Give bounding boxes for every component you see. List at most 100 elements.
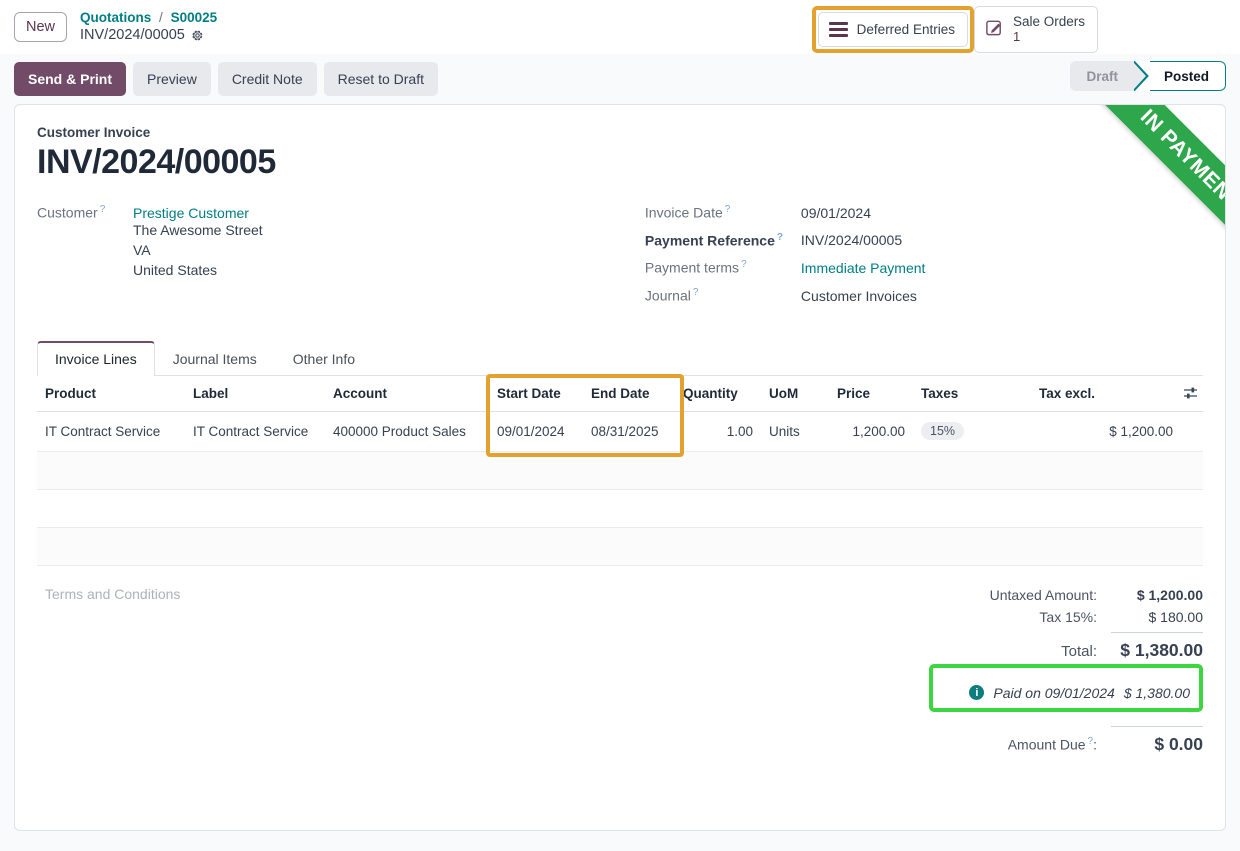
table-header-row: Product Label Account Start Date End Dat… xyxy=(37,375,1203,412)
table-empty-row[interactable] xyxy=(37,451,1203,490)
field-payment-terms-label: Payment terms? xyxy=(644,259,747,277)
stat-buttons: Deferred Entries Sale Orders 1 xyxy=(811,6,1098,53)
field-payment-terms-value[interactable]: Immediate Payment xyxy=(801,260,926,276)
credit-note-button[interactable]: Credit Note xyxy=(217,61,317,97)
customer-link[interactable]: Prestige Customer xyxy=(133,205,263,221)
breadcrumb-current-row: INV/2024/00005 xyxy=(80,26,217,45)
gear-icon[interactable] xyxy=(191,29,204,42)
field-invoice-date-label: Invoice Date? xyxy=(644,204,731,221)
help-icon[interactable]: ? xyxy=(725,204,731,215)
help-icon[interactable]: ? xyxy=(777,232,783,243)
column-header-start-date[interactable]: Start Date xyxy=(489,375,583,412)
table-row[interactable]: IT Contract Service IT Contract Service … xyxy=(37,411,1203,452)
column-header-product[interactable]: Product xyxy=(37,375,185,412)
record-sheet: IN PAYMENT Customer Invoice INV/2024/000… xyxy=(14,104,1226,831)
table-empty-row[interactable] xyxy=(37,489,1203,528)
tab-other-info[interactable]: Other Info xyxy=(275,341,373,376)
header-fields: Customer? Prestige Customer The Awesome … xyxy=(37,204,1203,315)
info-icon: i xyxy=(969,685,985,701)
preview-button[interactable]: Preview xyxy=(133,61,211,97)
edit-square-icon xyxy=(985,18,1004,42)
help-icon[interactable]: ? xyxy=(693,287,699,298)
new-button[interactable]: New xyxy=(14,11,68,43)
total-value: $ 1,380.00 xyxy=(1120,639,1203,660)
help-icon[interactable]: ? xyxy=(741,259,747,270)
amount-due-label: Amount Due?: xyxy=(1007,736,1097,753)
tab-journal-items[interactable]: Journal Items xyxy=(155,341,275,376)
header-fields-right: Invoice Date? 09/01/2024 Payment Referen… xyxy=(645,204,1203,315)
tax-badge: 15% xyxy=(921,422,965,441)
cell-start-date[interactable]: 09/01/2024 xyxy=(489,411,583,452)
total-untaxed-label: Untaxed Amount: xyxy=(989,586,1097,603)
status-posted[interactable]: Posted xyxy=(1149,61,1226,91)
field-journal-value[interactable]: Customer Invoices xyxy=(801,288,917,304)
total-untaxed-amount: Untaxed Amount: $ 1,200.00 xyxy=(929,584,1203,606)
table-empty-row[interactable] xyxy=(37,527,1203,566)
stat-button-sale-orders[interactable]: Sale Orders 1 xyxy=(973,6,1098,53)
amount-due-row: Amount Due?: $ 0.00 xyxy=(929,731,1203,758)
payment-row[interactable]: i Paid on 09/01/2024 $ 1,380.00 xyxy=(933,678,1199,708)
amount-due-divider xyxy=(1111,725,1203,727)
help-icon[interactable]: ? xyxy=(100,204,106,215)
send-and-print-button[interactable]: Send & Print xyxy=(14,61,127,97)
breadcrumb-quotations-link[interactable]: Quotations xyxy=(80,10,151,25)
field-customer-label: Customer? xyxy=(37,204,106,221)
field-payment-reference: Payment Reference? INV/2024/00005 xyxy=(645,232,1203,249)
customer-address-line: The Awesome Street xyxy=(133,221,263,238)
action-bar: Send & Print Preview Credit Note Reset t… xyxy=(14,54,1226,104)
field-customer-value: Prestige Customer The Awesome Street VA … xyxy=(133,205,263,281)
status-bar: Draft Posted xyxy=(1070,61,1226,91)
cell-quantity[interactable]: 1.00 xyxy=(675,411,761,452)
column-header-quantity[interactable]: Quantity xyxy=(675,375,761,412)
column-header-taxes[interactable]: Taxes xyxy=(913,375,1031,412)
payment-text[interactable]: Paid on 09/01/2024 xyxy=(993,685,1114,701)
header-fields-left: Customer? Prestige Customer The Awesome … xyxy=(37,204,645,315)
notebook-tabs: Invoice Lines Journal Items Other Info xyxy=(37,340,1203,376)
field-invoice-date: Invoice Date? 09/01/2024 xyxy=(645,204,1203,221)
cell-account[interactable]: 400000 Product Sales xyxy=(325,411,489,452)
status-chevron-icon xyxy=(1133,61,1150,91)
cell-end-date[interactable]: 08/31/2025 xyxy=(583,411,675,452)
column-header-account[interactable]: Account xyxy=(325,375,489,412)
total-tax: Tax 15%: $ 180.00 xyxy=(929,606,1203,628)
stat-button-text: Sale Orders 1 xyxy=(1013,14,1085,44)
payment-highlight: i Paid on 09/01/2024 $ 1,380.00 xyxy=(929,663,1203,712)
stat-button-value: 1 xyxy=(1012,28,1021,44)
totals-divider xyxy=(1111,631,1203,633)
totals-panel: Untaxed Amount: $ 1,200.00 Tax 15%: $ 18… xyxy=(929,574,1203,758)
field-customer: Customer? Prestige Customer The Awesome … xyxy=(37,204,645,280)
document-type-label: Customer Invoice xyxy=(37,125,151,140)
cell-taxes[interactable]: 15% xyxy=(913,411,1031,452)
column-header-tax-excl[interactable]: Tax excl. xyxy=(1031,375,1203,412)
reset-to-draft-button[interactable]: Reset to Draft xyxy=(323,61,438,97)
field-payment-reference-value[interactable]: INV/2024/00005 xyxy=(801,232,902,248)
stat-button-label: Deferred Entries xyxy=(856,21,955,37)
cell-label[interactable]: IT Contract Service xyxy=(185,411,325,452)
status-draft[interactable]: Draft xyxy=(1070,61,1134,91)
total-tax-value: $ 180.00 xyxy=(1148,608,1204,625)
field-journal-label: Journal? xyxy=(644,287,699,304)
stat-button-deferred-entries[interactable]: Deferred Entries xyxy=(817,12,968,47)
breadcrumb-parent-row: Quotations / S00025 xyxy=(80,9,217,27)
cell-tax-excl: $ 1,200.00 xyxy=(1031,411,1203,452)
column-header-uom[interactable]: UoM xyxy=(761,375,829,412)
sheet-content: Customer Invoice INV/2024/00005 Customer… xyxy=(15,105,1225,758)
column-header-price[interactable]: Price xyxy=(829,375,913,412)
terms-and-conditions-field[interactable]: Terms and Conditions xyxy=(37,574,929,758)
column-header-end-date[interactable]: End Date xyxy=(583,375,675,412)
deferred-entries-highlight: Deferred Entries xyxy=(811,6,974,53)
sliders-icon[interactable] xyxy=(1183,385,1199,404)
cell-uom[interactable]: Units xyxy=(761,411,829,452)
stat-button-label: Sale Orders xyxy=(1012,14,1085,30)
total-amount: Total: $ 1,380.00 xyxy=(929,637,1203,664)
cell-product[interactable]: IT Contract Service xyxy=(37,411,185,452)
column-header-label[interactable]: Label xyxy=(185,375,325,412)
invoice-lines-wrapper: Product Label Account Start Date End Dat… xyxy=(37,373,1203,566)
breadcrumb-order-link[interactable]: S00025 xyxy=(171,10,218,25)
field-invoice-date-value[interactable]: 09/01/2024 xyxy=(801,205,871,221)
customer-address-line: VA xyxy=(133,241,151,258)
tab-invoice-lines[interactable]: Invoice Lines xyxy=(37,340,155,376)
cell-price[interactable]: 1,200.00 xyxy=(829,411,913,452)
total-untaxed-value: $ 1,200.00 xyxy=(1136,586,1203,603)
total-tax-label: Tax 15%: xyxy=(1039,608,1097,625)
